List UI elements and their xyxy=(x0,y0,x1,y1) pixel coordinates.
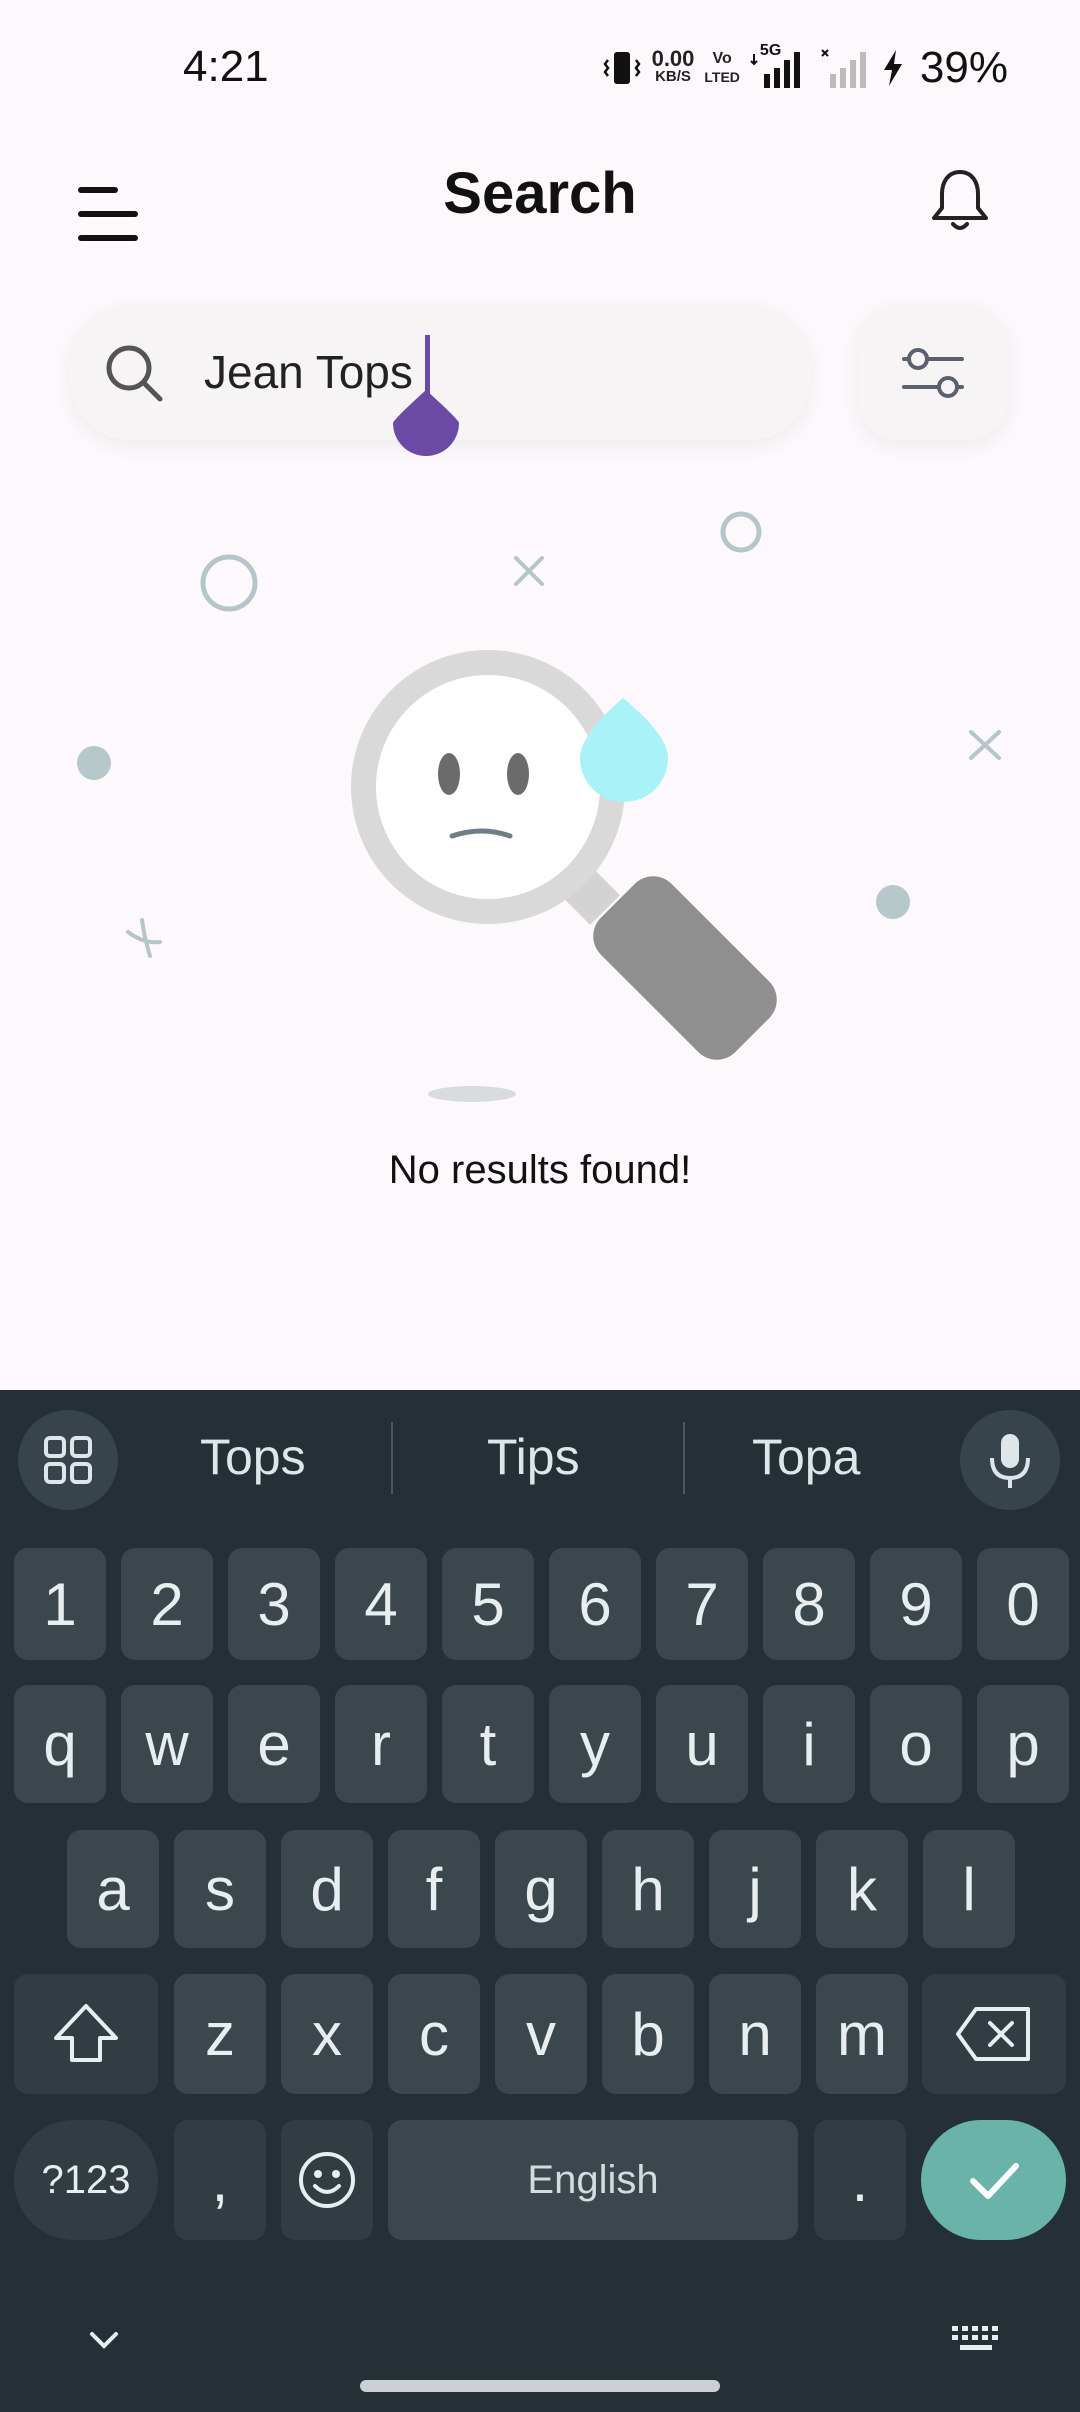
key-v[interactable]: v xyxy=(495,1974,587,2094)
comma-key[interactable]: , xyxy=(174,2120,266,2240)
key-b[interactable]: b xyxy=(602,1974,694,2094)
keyboard-icon[interactable] xyxy=(948,2320,1004,2360)
emoji-icon xyxy=(299,2152,355,2208)
key-m[interactable]: m xyxy=(816,1974,908,2094)
microphone-icon xyxy=(990,1434,1030,1488)
no-results-illustration xyxy=(77,511,1001,1102)
suggestion-divider xyxy=(391,1422,393,1494)
checkmark-icon xyxy=(969,2163,1019,2199)
net-speed: 0.00 KB/S xyxy=(651,46,695,86)
key-t[interactable]: t xyxy=(442,1685,534,1803)
signal-5g-icon: 5G xyxy=(750,42,810,90)
period-key[interactable]: . xyxy=(814,2120,906,2240)
soft-keyboard: Tops Tips Topa 1 2 3 4 5 6 7 8 9 0 q w e… xyxy=(0,1390,1080,2412)
key-h[interactable]: h xyxy=(602,1830,694,1948)
filter-sliders-icon xyxy=(902,348,964,398)
grid-icon xyxy=(44,1436,92,1484)
key-1[interactable]: 1 xyxy=(14,1548,106,1660)
no-results-message: No results found! xyxy=(388,1148,692,1192)
key-4[interactable]: 4 xyxy=(335,1548,427,1660)
key-c[interactable]: c xyxy=(388,1974,480,2094)
key-0[interactable]: 0 xyxy=(977,1548,1069,1660)
filter-button[interactable] xyxy=(858,305,1008,440)
enter-key[interactable] xyxy=(921,2120,1066,2240)
battery-percentage: 39% xyxy=(919,43,1008,92)
signal-empty-icon xyxy=(821,49,866,88)
key-f[interactable]: f xyxy=(388,1830,480,1948)
shift-icon xyxy=(54,2004,118,2062)
backspace-key[interactable] xyxy=(922,1974,1066,2094)
cursor-handle[interactable] xyxy=(393,390,459,456)
suggestion-3[interactable]: Topa xyxy=(752,1428,860,1486)
status-bar: 4:21 0.00 KB/S Vo LTED 5G 39% xyxy=(0,0,1080,135)
chevron-down-icon[interactable] xyxy=(84,2320,124,2360)
key-o[interactable]: o xyxy=(870,1685,962,1803)
key-j[interactable]: j xyxy=(709,1830,801,1948)
key-s[interactable]: s xyxy=(174,1830,266,1948)
home-indicator[interactable] xyxy=(360,2380,720,2392)
key-k[interactable]: k xyxy=(816,1830,908,1948)
status-time: 4:21 xyxy=(183,42,269,91)
suggestion-2[interactable]: Tips xyxy=(487,1428,580,1486)
key-u[interactable]: u xyxy=(656,1685,748,1803)
key-9[interactable]: 9 xyxy=(870,1548,962,1660)
app-header: Search xyxy=(0,140,1080,260)
key-d[interactable]: d xyxy=(281,1830,373,1948)
key-3[interactable]: 3 xyxy=(228,1548,320,1660)
suggestion-divider xyxy=(683,1422,685,1494)
key-p[interactable]: p xyxy=(977,1685,1069,1803)
key-l[interactable]: l xyxy=(923,1830,1015,1948)
key-7[interactable]: 7 xyxy=(656,1548,748,1660)
search-value: Jean Tops xyxy=(204,346,413,398)
backspace-icon xyxy=(956,2007,1030,2061)
suggestion-1[interactable]: Tops xyxy=(200,1428,306,1486)
key-w[interactable]: w xyxy=(121,1685,213,1803)
emoji-key[interactable] xyxy=(281,2120,373,2240)
key-2[interactable]: 2 xyxy=(121,1548,213,1660)
key-r[interactable]: r xyxy=(335,1685,427,1803)
key-a[interactable]: a xyxy=(67,1830,159,1948)
key-6[interactable]: 6 xyxy=(549,1548,641,1660)
page-title: Search xyxy=(443,161,637,226)
key-i[interactable]: i xyxy=(763,1685,855,1803)
microphone-button[interactable] xyxy=(960,1410,1060,1510)
key-e[interactable]: e xyxy=(228,1685,320,1803)
key-z[interactable]: z xyxy=(174,1974,266,2094)
shift-key[interactable] xyxy=(14,1974,158,2094)
key-5[interactable]: 5 xyxy=(442,1548,534,1660)
status-icons: 0.00 KB/S Vo LTED 5G 39% xyxy=(602,40,1008,96)
bell-icon[interactable] xyxy=(920,160,1000,240)
key-y[interactable]: y xyxy=(549,1685,641,1803)
keyboard-nav-strip xyxy=(0,2290,1080,2412)
symbols-key[interactable]: ?123 xyxy=(14,2120,158,2240)
key-x[interactable]: x xyxy=(281,1974,373,2094)
vibrate-icon xyxy=(603,52,641,84)
charging-icon xyxy=(883,50,902,86)
volte-indicator: Vo LTED xyxy=(704,50,740,85)
space-key[interactable]: English xyxy=(388,2120,798,2240)
apps-grid-button[interactable] xyxy=(18,1410,118,1510)
suggestion-strip: Tops Tips Topa xyxy=(0,1390,1080,1520)
key-g[interactable]: g xyxy=(495,1830,587,1948)
key-n[interactable]: n xyxy=(709,1974,801,2094)
key-q[interactable]: q xyxy=(14,1685,106,1803)
key-8[interactable]: 8 xyxy=(763,1548,855,1660)
search-icon xyxy=(106,345,163,402)
